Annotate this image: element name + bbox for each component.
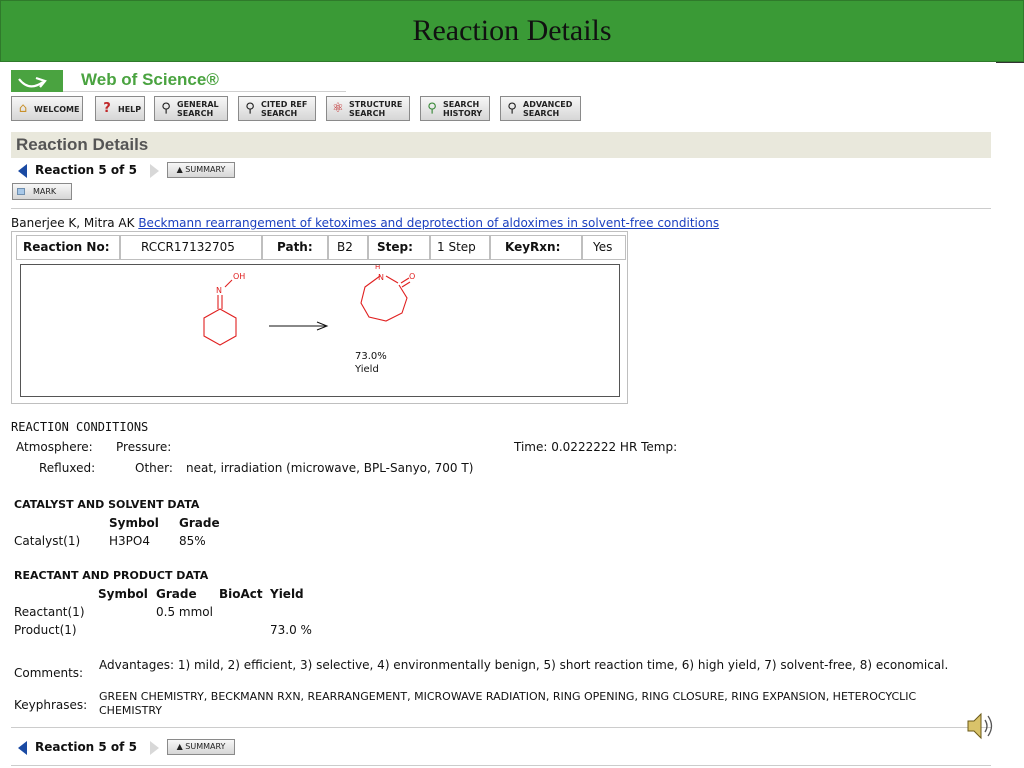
product-label: Product(1): [14, 623, 77, 637]
rp-symbol-header: Symbol: [98, 587, 148, 601]
page-heading-bar: Reaction Details: [11, 132, 991, 158]
wos-logo-mark-icon: [11, 70, 63, 92]
divider: [11, 208, 991, 209]
next-reaction-icon: [150, 164, 159, 178]
checkbox-icon: [17, 188, 25, 195]
reaction-conditions-title: REACTION CONDITIONS: [11, 420, 149, 434]
structure-search-button[interactable]: ⚛ STRUCTURE SEARCH: [326, 96, 410, 121]
product-yield: 73.0 %: [270, 623, 312, 637]
mark-button[interactable]: MARK: [12, 183, 72, 200]
web-of-science-logo[interactable]: Web of Science®: [11, 70, 346, 92]
reactant-grade: 0.5 mmol: [156, 605, 213, 619]
slide-title: Reaction Details: [412, 14, 612, 47]
catalyst-section-title: CATALYST AND SOLVENT DATA: [14, 498, 200, 511]
catalyst-grade-header: Grade: [179, 516, 220, 530]
other-label: Other:: [135, 461, 173, 475]
general-search-button[interactable]: ⚲ GENERAL SEARCH: [154, 96, 228, 121]
product-h-atom: H: [375, 265, 380, 271]
page-heading: Reaction Details: [16, 135, 149, 154]
divider: [996, 62, 1024, 63]
home-icon: ⌂: [18, 101, 28, 116]
rp-yield-header: Yield: [270, 587, 304, 601]
citation-title-link[interactable]: Beckmann rearrangement of ketoximes and …: [138, 216, 719, 230]
history-icon: ⚲: [427, 101, 437, 116]
previous-reaction-icon[interactable]: [18, 164, 27, 178]
previous-reaction-icon[interactable]: [18, 741, 27, 755]
time-temp-text: Time: 0.0222222 HR Temp:: [514, 440, 678, 454]
welcome-button[interactable]: ⌂ WELCOME: [11, 96, 83, 121]
comments-text: Advantages: 1) mild, 2) efficient, 3) se…: [99, 658, 949, 672]
path-label: Path:: [262, 235, 328, 260]
reaction-counter: Reaction 5 of 5: [35, 163, 137, 177]
path-value: B2: [328, 235, 368, 260]
rp-bioact-header: BioAct: [219, 587, 263, 601]
reaction-scheme: N OH N H O 73.0% Yield: [20, 263, 620, 397]
question-icon: ?: [103, 101, 111, 116]
structure-icon: ⚛: [332, 101, 344, 116]
catalyst-symbol: H3PO4: [109, 534, 150, 548]
step-label: Step:: [368, 235, 430, 260]
advanced-search-button[interactable]: ⚲ ADVANCED SEARCH: [500, 96, 581, 121]
pressure-label: Pressure:: [116, 440, 172, 454]
magnifier-icon: ⚲: [161, 101, 171, 116]
refluxed-label: Refluxed:: [39, 461, 96, 475]
yield-value: 73.0%: [355, 351, 387, 362]
reactant-label: Reactant(1): [14, 605, 85, 619]
help-button[interactable]: ? HELP: [95, 96, 145, 121]
keyphrases-label: Keyphrases:: [14, 698, 88, 712]
reaction-arrow-icon: [269, 321, 329, 331]
atmosphere-label: Atmosphere:: [16, 440, 93, 454]
summary-button[interactable]: ▲ SUMMARY: [167, 739, 235, 755]
reaction-counter: Reaction 5 of 5: [35, 740, 137, 754]
reactant-n-atom: N: [216, 286, 222, 295]
search-history-button[interactable]: ⚲ SEARCH HISTORY: [420, 96, 490, 121]
step-value: 1 Step: [430, 235, 490, 260]
yield-label: Yield: [354, 364, 379, 375]
keyrxn-label: KeyRxn:: [490, 235, 582, 260]
product-o-atom: O: [409, 272, 415, 281]
catalyst-symbol-header: Symbol: [109, 516, 159, 530]
catalyst-row-label: Catalyst(1): [14, 534, 81, 548]
reaction-panel: Reaction No: RCCR17132705 Path: B2 Step:…: [11, 231, 628, 404]
citation: Banerjee K, Mitra AK Beckmann rearrangem…: [11, 216, 719, 230]
keyrxn-value: Yes: [582, 235, 626, 260]
catalyst-grade: 85%: [179, 534, 206, 548]
divider: [11, 765, 991, 766]
summary-button[interactable]: ▲ SUMMARY: [167, 162, 235, 178]
rp-grade-header: Grade: [156, 587, 197, 601]
product-structure: [360, 275, 411, 322]
reaction-no-value: RCCR17132705: [120, 235, 262, 260]
speaker-icon[interactable]: [966, 708, 996, 744]
reaction-no-label: Reaction No:: [16, 235, 120, 260]
magnifier-icon: ⚲: [507, 101, 517, 116]
brand-name: Web of Science®: [81, 70, 219, 89]
comments-label: Comments:: [14, 666, 84, 680]
product-n-atom: N: [378, 273, 384, 282]
reactant-product-section-title: REACTANT AND PRODUCT DATA: [14, 569, 209, 582]
other-value: neat, irradiation (microwave, BPL-Sanyo,…: [186, 461, 474, 475]
keyphrases-text: GREEN CHEMISTRY, BECKMANN RXN, REARRANGE…: [99, 690, 917, 717]
magnifier-icon: ⚲: [245, 101, 255, 116]
reactant-oh-group: OH: [233, 272, 245, 281]
citation-authors: Banerjee K, Mitra AK: [11, 216, 135, 230]
next-reaction-icon: [150, 741, 159, 755]
cited-ref-search-button[interactable]: ⚲ CITED REF SEARCH: [238, 96, 316, 121]
divider: [11, 727, 991, 728]
